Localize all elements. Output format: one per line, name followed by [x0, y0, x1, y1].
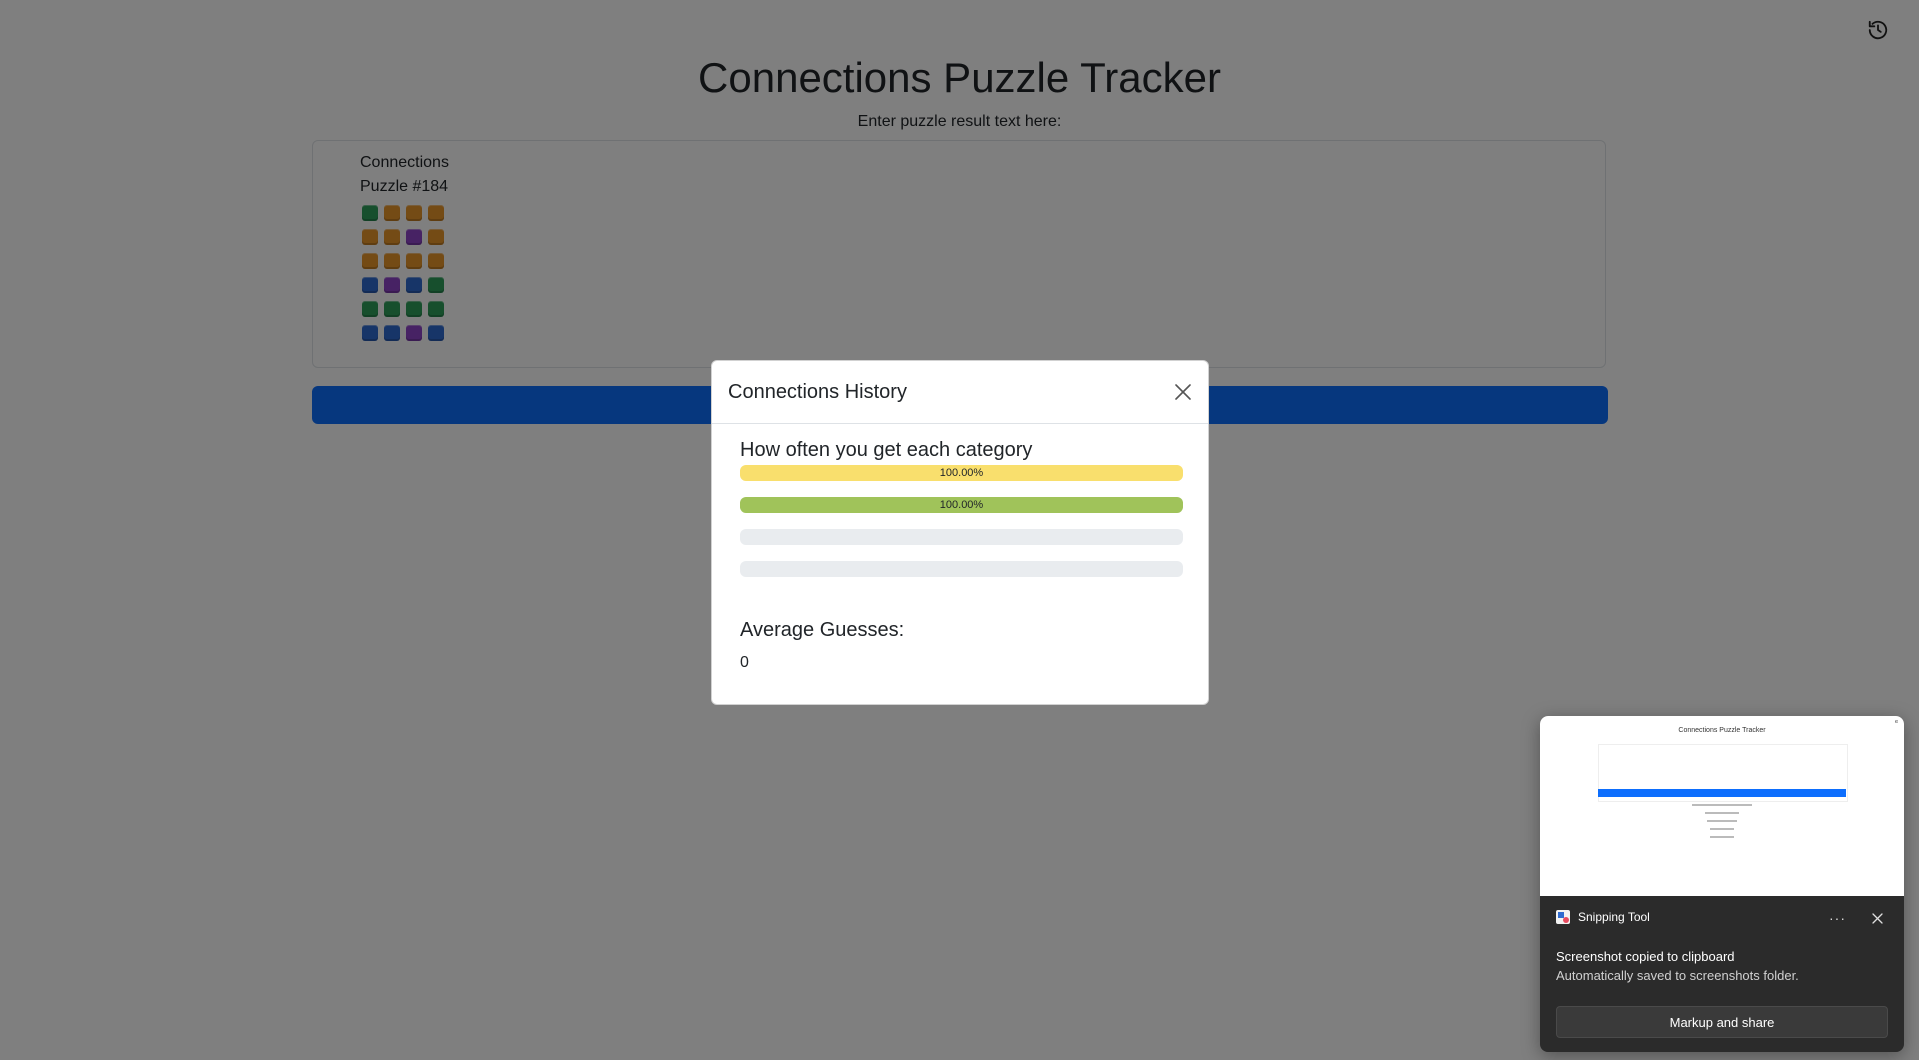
average-guesses-title: Average Guesses:: [740, 619, 905, 641]
toast-subtext: Automatically saved to screenshots folde…: [1556, 968, 1799, 983]
close-icon: [1871, 912, 1883, 924]
category-bar-fill: 100.00%: [740, 465, 1183, 481]
average-guesses-value: 0: [740, 654, 749, 671]
close-icon: [1175, 384, 1191, 400]
preview-line: [1705, 812, 1739, 814]
toast-close-button[interactable]: [1868, 909, 1886, 927]
category-bar-fill: 100.00%: [740, 497, 1183, 513]
modal-close-button[interactable]: [1170, 379, 1196, 405]
more-options-icon[interactable]: ···: [1829, 910, 1846, 926]
category-frequency-title: How often you get each category: [740, 439, 1033, 461]
toast-message: Screenshot copied to clipboard: [1556, 949, 1735, 964]
preview-submit-bar: [1598, 789, 1846, 797]
preview-line: [1692, 804, 1752, 806]
toast-app-name: Snipping Tool: [1578, 910, 1650, 924]
preview-line: [1710, 828, 1734, 830]
category-bar-4: [740, 561, 1183, 577]
preview-title: Connections Puzzle Tracker: [1678, 727, 1766, 734]
category-bar-1: 100.00%: [740, 465, 1183, 481]
snipping-tool-notification[interactable]: ᵉ Connections Puzzle Tracker Snipping To…: [1540, 716, 1904, 1052]
toast-app-row: Snipping Tool: [1556, 910, 1650, 924]
category-bar-2: 100.00%: [740, 497, 1183, 513]
preview-corner-mark: ᵉ: [1895, 718, 1898, 727]
modal-title: Connections History: [728, 381, 907, 403]
markup-and-share-button[interactable]: Markup and share: [1556, 1006, 1888, 1038]
modal-header: Connections History: [712, 361, 1208, 424]
preview-line: [1710, 836, 1734, 838]
screenshot-preview[interactable]: ᵉ Connections Puzzle Tracker: [1540, 716, 1904, 896]
category-bar-3: [740, 529, 1183, 545]
history-modal: Connections History How often you get ea…: [711, 360, 1209, 705]
snipping-tool-icon: [1556, 910, 1570, 924]
preview-line: [1707, 820, 1737, 822]
